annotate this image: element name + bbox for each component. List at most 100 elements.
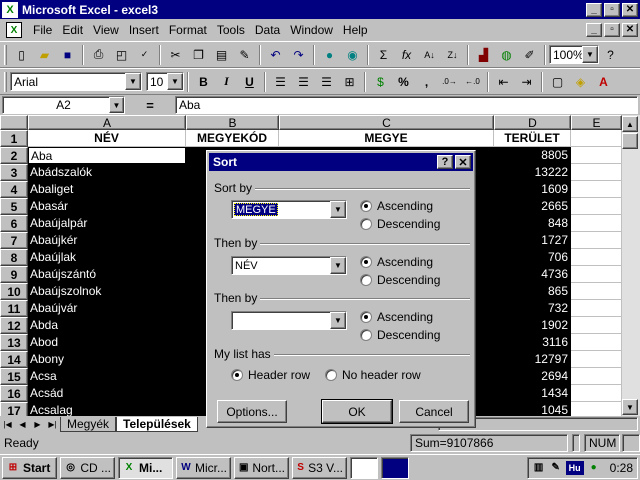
cell[interactable] — [571, 300, 622, 317]
web-toolbar-icon[interactable]: ◉ — [341, 44, 364, 66]
column-header-d[interactable]: D — [494, 115, 571, 130]
task-excel[interactable]: X Mi... — [118, 456, 173, 479]
cell[interactable]: 4736 — [494, 266, 571, 283]
start-button[interactable]: ⊞ Start — [2, 456, 57, 479]
prev-sheet-icon[interactable]: ◀ — [15, 417, 30, 431]
last-sheet-icon[interactable]: ▶| — [45, 417, 60, 431]
scroll-thumb[interactable] — [622, 133, 638, 149]
cell[interactable]: MEGYEKÓD — [186, 130, 279, 147]
row-header[interactable]: 9 — [0, 266, 28, 283]
cell[interactable]: Abaújszolnok — [28, 283, 186, 300]
cell[interactable] — [571, 351, 622, 368]
row-header[interactable]: 3 — [0, 164, 28, 181]
tray-icon[interactable]: ● — [587, 461, 601, 475]
excel-icon[interactable]: X — [2, 1, 18, 18]
font-color-icon[interactable]: A — [592, 71, 615, 93]
row-header[interactable]: 11 — [0, 300, 28, 317]
new-icon[interactable]: ▯ — [10, 44, 33, 66]
cell[interactable]: Abádszalók — [28, 164, 186, 181]
menu-format[interactable]: Format — [164, 23, 212, 37]
sheet-tab-telepulesek[interactable]: Települések — [116, 416, 198, 432]
cancel-button[interactable]: Cancel — [399, 400, 469, 423]
menu-data[interactable]: Data — [250, 23, 285, 37]
doc-close-button[interactable]: ✕ — [622, 23, 638, 37]
help-button[interactable]: ? — [437, 155, 453, 169]
dialog-close-button[interactable]: ✕ — [455, 155, 471, 169]
cell[interactable]: Abaújlak — [28, 249, 186, 266]
column-header-b[interactable]: B — [186, 115, 279, 130]
next-sheet-icon[interactable]: ▶ — [30, 417, 45, 431]
doc-minimize-button[interactable]: _ — [586, 23, 602, 37]
first-sheet-icon[interactable]: |◀ — [0, 417, 15, 431]
cell[interactable]: Abaújvár — [28, 300, 186, 317]
row-header[interactable]: 1 — [0, 130, 28, 147]
close-button[interactable]: ✕ — [622, 2, 638, 17]
cell[interactable] — [571, 283, 622, 300]
cell[interactable]: 706 — [494, 249, 571, 266]
chevron-down-icon[interactable]: ▼ — [330, 201, 346, 218]
chevron-down-icon[interactable]: ▼ — [167, 73, 183, 90]
font-name-select[interactable]: Arial ▼ — [10, 72, 142, 91]
then-by-1-ascending-radio[interactable]: Ascending — [360, 255, 433, 269]
task-word[interactable]: W Micr... — [176, 456, 231, 479]
paste-icon[interactable]: ▤ — [210, 44, 233, 66]
office-assistant-icon[interactable]: ? — [599, 44, 622, 66]
row-header[interactable]: 15 — [0, 368, 28, 385]
sort-by-select[interactable]: MEGYE ▼ — [231, 200, 347, 219]
menu-view[interactable]: View — [88, 23, 124, 37]
select-all-corner[interactable] — [0, 115, 28, 130]
function-icon[interactable]: fx — [395, 44, 418, 66]
tray-icon[interactable]: ✎ — [549, 461, 563, 475]
column-header-e[interactable]: E — [571, 115, 622, 130]
cell[interactable]: 8805 — [494, 147, 571, 164]
menu-file[interactable]: File — [28, 23, 57, 37]
cell[interactable] — [571, 249, 622, 266]
map-icon[interactable]: ◍ — [495, 44, 518, 66]
cell[interactable]: Abaújszántó — [28, 266, 186, 283]
cut-icon[interactable]: ✂ — [164, 44, 187, 66]
cell[interactable]: 1609 — [494, 181, 571, 198]
sort-ascending-icon[interactable]: A↓ — [418, 44, 441, 66]
then-by-1-descending-radio[interactable]: Descending — [360, 273, 440, 287]
row-header[interactable]: 10 — [0, 283, 28, 300]
cell[interactable]: 848 — [494, 215, 571, 232]
column-header-c[interactable]: C — [279, 115, 494, 130]
redo-icon[interactable]: ↷ — [287, 44, 310, 66]
cell[interactable]: Acsád — [28, 385, 186, 402]
row-header[interactable]: 8 — [0, 249, 28, 266]
align-right-icon[interactable]: ☰ — [315, 71, 338, 93]
task-blank[interactable] — [350, 456, 378, 479]
borders-icon[interactable]: ▢ — [546, 71, 569, 93]
chevron-down-icon[interactable]: ▼ — [330, 257, 346, 274]
chevron-down-icon[interactable]: ▼ — [109, 97, 124, 113]
cell[interactable]: Abasár — [28, 198, 186, 215]
drawing-icon[interactable]: ✐ — [518, 44, 541, 66]
cell[interactable]: 732 — [494, 300, 571, 317]
underline-button[interactable]: U — [238, 71, 261, 93]
cell[interactable] — [571, 266, 622, 283]
cell[interactable]: 1045 — [494, 402, 571, 416]
row-header[interactable]: 16 — [0, 385, 28, 402]
comma-button[interactable]: , — [415, 71, 438, 93]
minimize-button[interactable]: _ — [586, 2, 602, 17]
spelling-icon[interactable]: ✓ — [133, 44, 156, 66]
cell[interactable] — [571, 198, 622, 215]
align-center-icon[interactable]: ☰ — [292, 71, 315, 93]
cell[interactable] — [571, 232, 622, 249]
zoom-select[interactable]: 100% ▼ — [549, 45, 599, 64]
cell[interactable]: Abda — [28, 317, 186, 334]
task-cd[interactable]: ◎ CD ... — [60, 456, 115, 479]
name-box[interactable]: A2 ▼ — [2, 96, 125, 114]
menu-window[interactable]: Window — [285, 23, 338, 37]
cell[interactable] — [571, 164, 622, 181]
cell[interactable] — [571, 334, 622, 351]
row-header[interactable]: 12 — [0, 317, 28, 334]
cell[interactable]: Aba — [28, 147, 186, 164]
cell[interactable]: 865 — [494, 283, 571, 300]
increase-decimal-icon[interactable]: .0→ — [438, 71, 461, 93]
cell[interactable]: Abaújalpár — [28, 215, 186, 232]
merge-center-icon[interactable]: ⊞ — [338, 71, 361, 93]
cell[interactable]: 13222 — [494, 164, 571, 181]
sort-by-ascending-radio[interactable]: Ascending — [360, 199, 433, 213]
open-icon[interactable]: ▰ — [33, 44, 56, 66]
